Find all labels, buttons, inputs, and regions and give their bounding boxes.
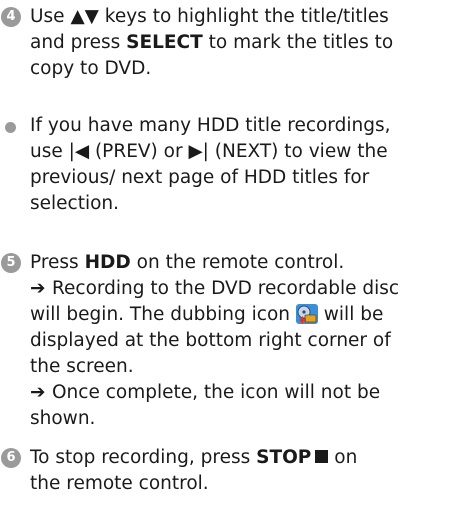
bullet-line-2: use |◀ (PREV) or ▶| (NEXT) to view the <box>30 141 388 162</box>
step-5-result-line-3: displayed at the bottom right corner of <box>30 330 391 351</box>
select-key-label: SELECT <box>126 32 203 53</box>
dubbing-icon <box>295 304 318 324</box>
step-6-line-1: To stop recording, press STOP on <box>30 447 358 468</box>
step-4-line-3: copy to DVD. <box>30 58 152 79</box>
bullet-icon <box>5 122 16 133</box>
bullet-line-1: If you have many HDD title recordings, <box>30 115 391 136</box>
step-4: 4 Use ▲▼ keys to highlight the title/tit… <box>0 4 457 82</box>
step-number-badge: 6 <box>1 448 21 468</box>
step-number-badge: 5 <box>1 253 21 273</box>
hdd-key-label: HDD <box>84 252 131 273</box>
step-number-badge: 4 <box>1 7 21 27</box>
step-5-result-2-line-2: shown. <box>30 408 96 429</box>
bullet-line-3: previous/ next page of HDD titles for <box>30 167 370 188</box>
step-4-line-1: Use ▲▼ keys to highlight the title/title… <box>30 6 389 27</box>
step-5-line-1: Press HDD on the remote control. <box>30 252 345 273</box>
arrow-right-icon: ➔ <box>30 278 46 299</box>
bullet-line-4: selection. <box>30 193 120 214</box>
stop-icon <box>315 450 329 463</box>
note-bullet: If you have many HDD title recordings, u… <box>0 113 457 217</box>
stop-key-label: STOP <box>256 447 312 468</box>
step-5-result-line-4: the screen. <box>30 356 134 377</box>
arrow-right-icon: ➔ <box>30 382 46 403</box>
step-4-line-2: and press SELECT to mark the titles to <box>30 32 394 53</box>
arrow-keys-icon: ▲▼ <box>70 6 99 27</box>
manual-page: 4 Use ▲▼ keys to highlight the title/tit… <box>0 0 457 515</box>
step-6: 6 To stop recording, press STOP on the r… <box>0 445 457 497</box>
step-5: 5 Press HDD on the remote control. ➔ Reco… <box>0 250 457 432</box>
step-5-result-2: ➔ Once complete, the icon will not be <box>30 380 457 406</box>
step-5-result-line-2: will begin. The dubbing icon will be <box>30 304 384 325</box>
step-6-line-2: the remote control. <box>30 473 209 494</box>
step-5-result-1: ➔ Recording to the DVD recordable disc <box>30 276 457 302</box>
